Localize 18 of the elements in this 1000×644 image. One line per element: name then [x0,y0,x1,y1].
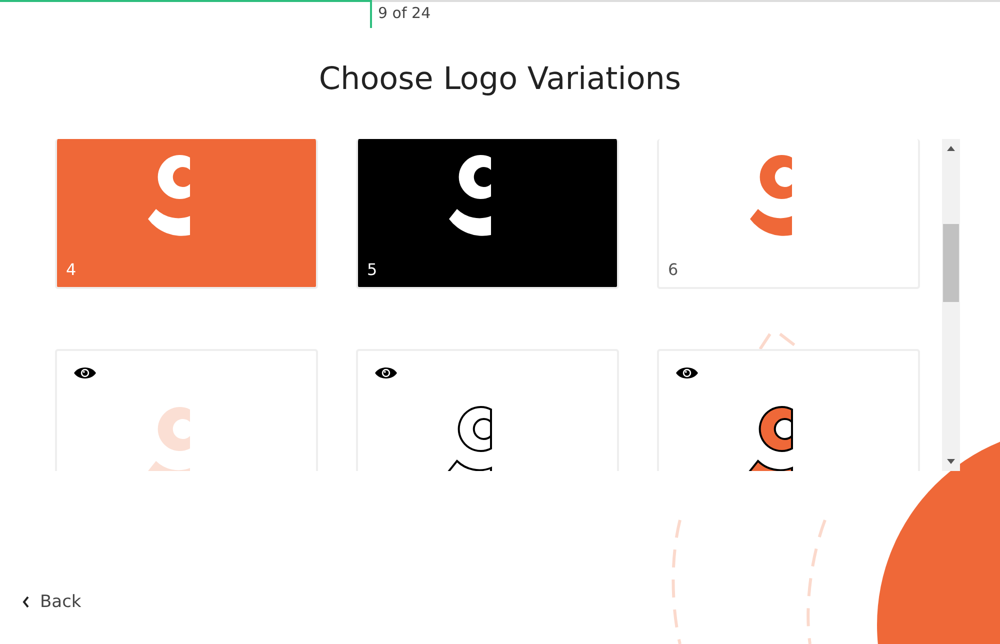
scroll-down-icon[interactable] [947,459,955,464]
logo-variation-card[interactable]: 5 [356,139,619,290]
eye-icon[interactable] [74,366,96,380]
eye-icon[interactable] [676,366,698,380]
eye-icon[interactable] [375,366,397,380]
variation-number: 5 [367,260,378,280]
logo-variation-card[interactable]: 6 [657,139,920,290]
page-title: Choose Logo Variations [318,60,682,99]
scrollbar[interactable] [942,139,960,472]
back-button[interactable]: Back [20,590,84,614]
logo-mark-icon [446,403,494,472]
scroll-up-icon[interactable] [947,146,955,152]
variation-number: 4 [66,260,76,280]
progress-label: 9 of 24 [378,4,431,22]
variation-number: 6 [668,260,678,280]
chevron-left-icon[interactable] [22,595,30,609]
scrollbar-thumb[interactable] [943,224,959,302]
logo-mark-icon [748,403,796,472]
